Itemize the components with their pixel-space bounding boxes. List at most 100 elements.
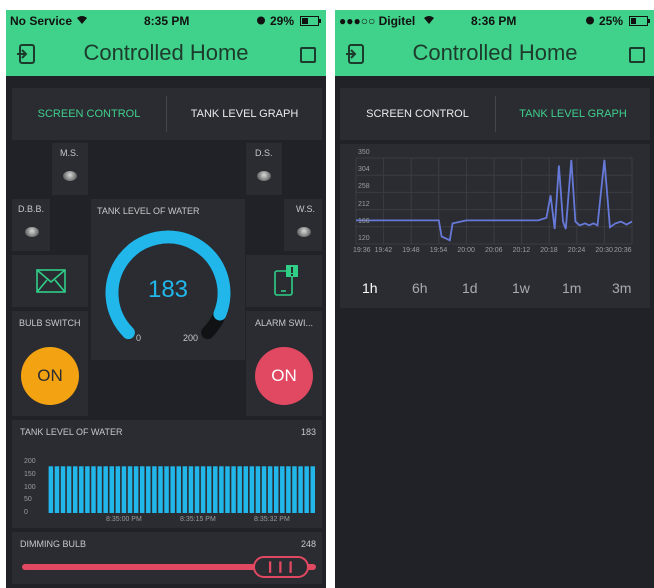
dimming-widget: DIMMING BULB 248 ❙❙❙ [12,532,322,584]
tab-screen-control[interactable]: SCREEN CONTROL [340,88,495,140]
bar [243,466,248,513]
range-option-3m[interactable]: 3m [612,280,631,296]
led-ms-label: M.S. [60,148,79,158]
y-tick-label: 304 [358,166,370,174]
x-tick-label: 20:36 [614,247,632,254]
gauge-min: 0 [136,333,142,343]
square-icon[interactable] [629,47,645,63]
x-tick-label: 20:30 [595,247,613,254]
y-tick-label: 258 [358,183,370,191]
bar [310,466,315,513]
bar [152,466,157,513]
battery-icon [629,15,651,29]
tab-bar: SCREEN CONTROL TANK LEVEL GRAPH [12,88,322,140]
status-bar: ●●●○○ Digitel 8:36 PM 25% [335,10,654,32]
y-tick-label: 166 [358,217,370,225]
led-dbb-indicator [25,227,39,237]
bar [158,466,163,513]
bar [280,466,285,513]
bar [146,466,151,513]
bar [164,466,169,513]
bar [139,466,145,513]
app-title: Controlled Home [83,40,249,65]
y-tick-label: 350 [358,149,370,156]
dimming-slider-handle[interactable]: ❙❙❙ [252,556,309,578]
bar [170,466,175,513]
bar [60,466,66,513]
notification-widget[interactable] [246,255,322,307]
tank-chart-widget: TANK LEVEL OF WATER 183 200 150 100 50 0 8:3… [12,420,322,528]
x-tick-label: 8:35:32 PM [254,516,290,523]
bar [48,466,54,513]
x-tick-label: 20:00 [457,247,475,254]
bar [85,466,90,513]
bar [72,466,78,513]
bar [54,466,60,513]
bar [103,466,108,513]
battery-percent: 29% [270,14,295,28]
bar [273,466,279,513]
email-widget[interactable] [12,255,88,307]
x-tick-label: 19:54 [429,247,448,254]
range-option-6h[interactable]: 6h [412,280,428,296]
bar [255,466,261,513]
right-phone-screen: ●●●○○ Digitel 8:36 PM 25% Controlled Hom… [335,10,654,588]
alarm-switch-button[interactable]: ON [255,347,313,405]
bulb-switch-label: BULB SWITCH [19,318,81,328]
tab-tank-level-graph[interactable]: TANK LEVEL GRAPH [496,88,650,140]
led-dbb-label: D.B.B. [18,204,45,214]
x-tick-label: 20:12 [512,247,531,254]
bar [194,466,200,513]
wifi-icon [423,14,435,28]
bar [188,466,194,513]
range-option-1d[interactable]: 1d [462,280,478,296]
led-ws-widget: W.S. [284,199,322,251]
led-ws-indicator [297,227,311,237]
bar [237,466,242,513]
led-ds-indicator [257,171,271,181]
led-ms-widget: M.S. [52,143,88,195]
led-ws-label: W.S. [296,204,316,214]
tab-bar: SCREEN CONTROL TANK LEVEL GRAPH [340,88,650,140]
bar [225,466,230,513]
carrier-text: ●●●○○ Digitel [339,14,416,28]
bar [115,466,121,513]
dimming-label: DIMMING BULB [20,539,87,549]
bar [267,466,273,513]
led-ds-widget: D.S. [246,143,282,195]
gauge-widget: TANK LEVEL OF WATER 183 0 200 [91,199,245,360]
bar [249,466,255,513]
bar [213,466,218,513]
x-tick-label: 20:06 [485,247,503,254]
range-option-1w[interactable]: 1w [512,280,530,296]
x-tick-label: 8:35:00 PM [106,516,142,523]
status-bar: No Service 8:35 PM 29% [6,10,326,32]
x-tick-label: 19:48 [402,247,420,254]
app-bar: Controlled Home [6,32,326,76]
bulb-switch-widget: BULB SWITCH ON [12,311,88,416]
bar [206,466,212,513]
led-dbb-widget: D.B.B. [12,199,50,251]
led-ds-label: D.S. [255,148,273,158]
left-phone-screen: No Service 8:35 PM 29% Controlled Home S… [6,10,326,588]
phone-notification-icon [273,265,299,302]
alarm-switch-label: ALARM SWI... [255,318,314,328]
bulb-switch-button[interactable]: ON [21,347,79,405]
square-icon[interactable] [300,47,316,63]
bar [182,466,188,513]
bar [127,466,133,513]
range-option-1h[interactable]: 1h [362,280,378,296]
alarm-icon [256,14,266,28]
bar [176,466,181,513]
range-option-1m[interactable]: 1m [562,280,581,296]
x-tick-label: 20:24 [567,247,586,254]
tab-screen-control[interactable]: SCREEN CONTROL [12,88,166,140]
bar [79,466,84,513]
wifi-icon [76,14,88,28]
grip-icon: ❙❙❙ [265,561,297,573]
bar [109,466,114,513]
tab-tank-level-graph[interactable]: TANK LEVEL GRAPH [167,88,322,140]
alarm-icon [585,14,595,28]
app-title: Controlled Home [412,40,578,65]
x-tick-label: 20:18 [540,247,558,254]
